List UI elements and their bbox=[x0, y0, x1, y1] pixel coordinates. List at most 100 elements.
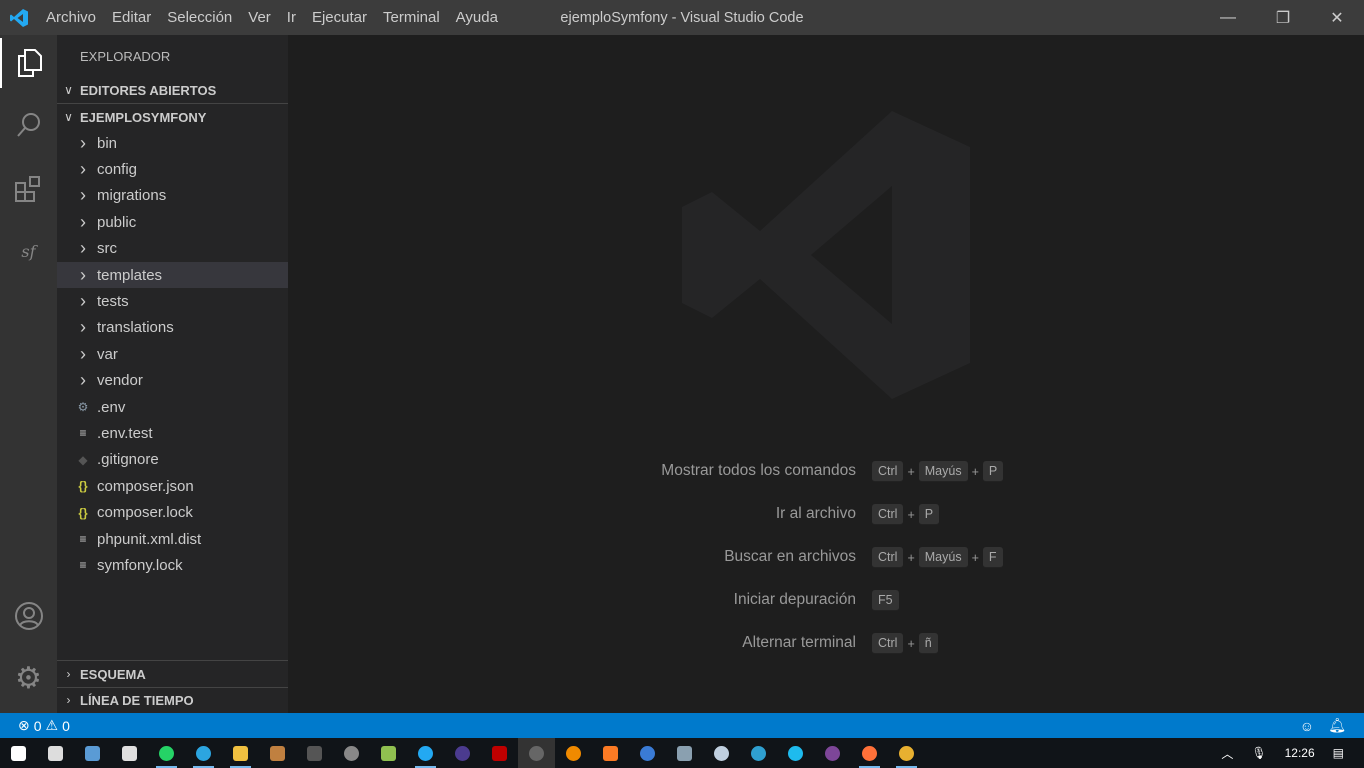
tree-item-tests[interactable]: › tests bbox=[57, 288, 288, 314]
taskbar-edge[interactable] bbox=[740, 738, 777, 768]
chevron-down-icon: ∨ bbox=[64, 83, 73, 97]
timeline-section[interactable]: › LÍNEA DE TIEMPO bbox=[57, 687, 288, 713]
taskbar-eclipse[interactable] bbox=[444, 738, 481, 768]
action-center-icon[interactable]: ▤ bbox=[1333, 746, 1344, 760]
windows-start-icon bbox=[11, 745, 26, 761]
chevron-right-icon: › bbox=[80, 158, 86, 179]
tree-item-composer-json[interactable]: {} composer.json bbox=[57, 473, 288, 499]
taskbar-filezilla[interactable] bbox=[481, 738, 518, 768]
shortcut-label: Alternar terminal bbox=[742, 634, 856, 651]
taskbar-library[interactable] bbox=[259, 738, 296, 768]
explorer-icon[interactable] bbox=[0, 38, 57, 88]
taskbar-media-player[interactable] bbox=[629, 738, 666, 768]
keybinding-key: F5 bbox=[872, 590, 899, 611]
virtualbox-icon bbox=[714, 745, 729, 761]
tree-item-src[interactable]: › src bbox=[57, 236, 288, 262]
taskbar-task-view[interactable] bbox=[37, 738, 74, 768]
project-section[interactable]: ∨ EJEMPLOSYMFONY bbox=[57, 104, 288, 130]
app-dark-icon bbox=[122, 745, 137, 761]
taskbar-gimp[interactable] bbox=[333, 738, 370, 768]
text-file-icon: ≡ bbox=[79, 558, 87, 573]
taskbar-chrome[interactable] bbox=[888, 738, 925, 768]
minimize-button[interactable]: — bbox=[1201, 0, 1255, 35]
taskbar-notepad[interactable] bbox=[370, 738, 407, 768]
clock[interactable]: 12:26 bbox=[1285, 746, 1315, 760]
menu-seleccion[interactable]: Selección bbox=[159, 9, 240, 26]
taskbar-windows-start[interactable] bbox=[0, 738, 37, 768]
chevron-right-icon: › bbox=[66, 667, 71, 681]
tree-item-env-test[interactable]: ≡ .env.test bbox=[57, 420, 288, 446]
tree-item-var[interactable]: › var bbox=[57, 341, 288, 367]
chevron-right-icon: › bbox=[66, 693, 71, 707]
tree-item-composer-lock[interactable]: {} composer.lock bbox=[57, 500, 288, 526]
notifications-bell-icon[interactable]: 🔔︎ bbox=[1328, 717, 1346, 734]
menu-ayuda[interactable]: Ayuda bbox=[448, 9, 506, 26]
shortcut-row[interactable]: Ir al archivo Ctrl + P bbox=[288, 504, 1364, 526]
plus-sign: + bbox=[907, 636, 915, 651]
tree-item-bin[interactable]: › bin bbox=[57, 130, 288, 156]
taskbar-app-dark[interactable] bbox=[111, 738, 148, 768]
settings-file-icon: ⚙ bbox=[77, 400, 89, 414]
close-button[interactable]: ✕ bbox=[1310, 0, 1364, 35]
edge-icon bbox=[751, 745, 766, 761]
keybinding-key: Mayús bbox=[918, 461, 968, 482]
outline-section[interactable]: › ESQUEMA bbox=[57, 661, 288, 687]
taskbar-xampp[interactable] bbox=[592, 738, 629, 768]
tree-item-public[interactable]: › public bbox=[57, 209, 288, 235]
taskbar-file-explorer[interactable] bbox=[222, 738, 259, 768]
tree-item-translations[interactable]: › translations bbox=[57, 315, 288, 341]
taskbar-firefox[interactable] bbox=[851, 738, 888, 768]
tree-item-env[interactable]: ⚙ .env bbox=[57, 394, 288, 420]
shortcut-row[interactable]: Alternar terminal Ctrl + ñ bbox=[288, 633, 1364, 655]
accounts-icon[interactable] bbox=[0, 591, 57, 641]
microphone-icon[interactable]: 🎙︎ bbox=[1251, 746, 1266, 760]
tree-item-symfony-lock[interactable]: ≡ symfony.lock bbox=[57, 552, 288, 578]
shortcut-row[interactable]: Iniciar depuración F5 bbox=[288, 590, 1364, 612]
tree-item-phpunit-xml-dist[interactable]: ≡ phpunit.xml.dist bbox=[57, 526, 288, 552]
notepad-icon bbox=[381, 745, 396, 761]
tree-item-migrations[interactable]: › migrations bbox=[57, 183, 288, 209]
taskbar-obs[interactable] bbox=[518, 738, 555, 768]
problems-indicator[interactable]: ⊗ 0 ⚠ 0 bbox=[18, 717, 70, 734]
chevron-right-icon: › bbox=[80, 238, 86, 259]
shortcut-row[interactable]: Buscar en archivos Ctrl + Mayús + F bbox=[288, 547, 1364, 569]
git-file-icon: ◆ bbox=[78, 452, 88, 467]
menu-archivo[interactable]: Archivo bbox=[38, 9, 104, 26]
menu-ver[interactable]: Ver bbox=[240, 9, 279, 26]
menu-ejecutar[interactable]: Ejecutar bbox=[304, 9, 375, 26]
menu-ir[interactable]: Ir bbox=[279, 9, 304, 26]
title-bar: ejemploSymfony - Visual Studio Code Arch… bbox=[0, 0, 1364, 35]
taskbar-remote-desktop[interactable] bbox=[666, 738, 703, 768]
tree-item-templates[interactable]: › templates bbox=[57, 262, 288, 288]
tray-chevron-up-icon[interactable]: ︿ bbox=[1221, 745, 1233, 762]
search-icon[interactable] bbox=[0, 100, 57, 150]
restore-button[interactable]: ❐ bbox=[1256, 0, 1310, 35]
tree-item-label: .env bbox=[97, 398, 126, 416]
symfony-icon[interactable]: sf bbox=[0, 226, 57, 276]
keybinding-key: Ctrl bbox=[872, 461, 904, 482]
menu-editar[interactable]: Editar bbox=[104, 9, 159, 26]
taskbar-tor[interactable] bbox=[814, 738, 851, 768]
taskbar-whatsapp[interactable] bbox=[148, 738, 185, 768]
tree-item-config[interactable]: › config bbox=[57, 156, 288, 182]
taskbar-virtualbox[interactable] bbox=[703, 738, 740, 768]
json-file-icon: {} bbox=[78, 479, 88, 494]
menu-terminal[interactable]: Terminal bbox=[375, 9, 448, 26]
tree-item-gitignore[interactable]: ◆ .gitignore bbox=[57, 447, 288, 473]
taskbar-vlc[interactable] bbox=[555, 738, 592, 768]
shortcut-row[interactable]: Mostrar todos los comandos Ctrl + Mayús + P bbox=[288, 461, 1364, 483]
taskbar-internet-explorer[interactable] bbox=[777, 738, 814, 768]
taskbar-terminal[interactable] bbox=[296, 738, 333, 768]
tree-item-label: config bbox=[97, 160, 138, 178]
chevron-right-icon: › bbox=[80, 343, 86, 364]
settings-gear-icon[interactable]: ⚙ bbox=[0, 653, 57, 703]
section-label: ESQUEMA bbox=[80, 666, 146, 682]
editor-area: Mostrar todos los comandos Ctrl + Mayús + P Ir… bbox=[288, 35, 1364, 713]
open-editors-section[interactable]: ∨ EDITORES ABIERTOS bbox=[57, 77, 288, 103]
extensions-icon[interactable] bbox=[0, 163, 57, 213]
taskbar-telegram[interactable] bbox=[185, 738, 222, 768]
taskbar-vscode[interactable] bbox=[407, 738, 444, 768]
taskbar-keyboard[interactable] bbox=[74, 738, 111, 768]
tree-item-vendor[interactable]: › vendor bbox=[57, 368, 288, 394]
feedback-icon[interactable]: ☺ bbox=[1300, 718, 1314, 734]
